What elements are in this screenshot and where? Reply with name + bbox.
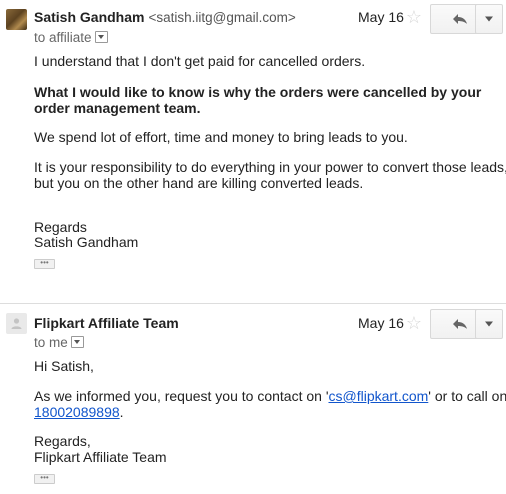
signature-regards-2: Regards, — [34, 433, 91, 449]
show-trimmed-content-button-2[interactable]: ••• — [34, 474, 55, 484]
sender-line: Satish Gandham <satish.iitg@gmail.com> — [34, 9, 296, 25]
sender-name[interactable]: Satish Gandham — [34, 9, 144, 25]
reply-arrow-icon — [452, 319, 467, 329]
recipient-label-2: to me — [34, 335, 68, 350]
more-options-button[interactable] — [475, 4, 503, 34]
body-paragraph-4-line-1: It is your responsibility to do everythi… — [34, 159, 506, 175]
show-details-dropdown-icon[interactable] — [94, 31, 108, 44]
body-paragraph-4-line-2: but you on the other hand are killing co… — [34, 175, 364, 191]
contact-text-after: ' or to call on — [428, 388, 506, 404]
recipient-line: to affiliate — [34, 30, 108, 45]
show-details-dropdown-icon[interactable] — [70, 336, 84, 349]
body-paragraph-1: I understand that I don't get paid for c… — [34, 53, 366, 69]
person-silhouette-icon — [11, 318, 22, 329]
body-bold-line-1: What I would like to know is why the ord… — [34, 84, 482, 100]
chevron-down-icon — [485, 321, 493, 327]
star-icon[interactable]: ☆ — [404, 7, 424, 27]
recipient-label: to affiliate — [34, 30, 92, 45]
body-bold-line-2: order management team. — [34, 100, 201, 116]
sender-avatar[interactable] — [6, 9, 27, 30]
sender-email: <satish.iitg@gmail.com> — [148, 10, 296, 25]
body-contact-line: As we informed you, request you to conta… — [34, 388, 506, 405]
chevron-down-icon — [485, 16, 493, 22]
body-paragraph-3: We spend lot of effort, time and money t… — [34, 129, 408, 145]
star-icon[interactable]: ☆ — [404, 313, 424, 333]
message-date[interactable]: May 16 — [358, 9, 404, 25]
sender-name-2[interactable]: Flipkart Affiliate Team — [34, 315, 179, 331]
support-phone-link[interactable]: 18002089898 — [34, 404, 120, 420]
show-trimmed-content-button[interactable]: ••• — [34, 259, 55, 269]
signature-team: Flipkart Affiliate Team — [34, 449, 167, 465]
phone-period: . — [119, 404, 124, 420]
message-divider — [0, 303, 506, 304]
greeting: Hi Satish, — [34, 358, 94, 374]
support-email-link[interactable]: cs@flipkart.com — [329, 388, 429, 404]
body-phone-line: 18002089898. — [34, 404, 124, 421]
recipient-line-2: to me — [34, 335, 84, 350]
more-options-button-2[interactable] — [475, 309, 503, 339]
message-date-2[interactable]: May 16 — [358, 315, 404, 331]
signature-name: Satish Gandham — [34, 234, 139, 250]
contact-text-before: As we informed you, request you to conta… — [34, 388, 329, 404]
reply-arrow-icon — [452, 14, 467, 24]
default-avatar-icon[interactable] — [6, 313, 27, 334]
